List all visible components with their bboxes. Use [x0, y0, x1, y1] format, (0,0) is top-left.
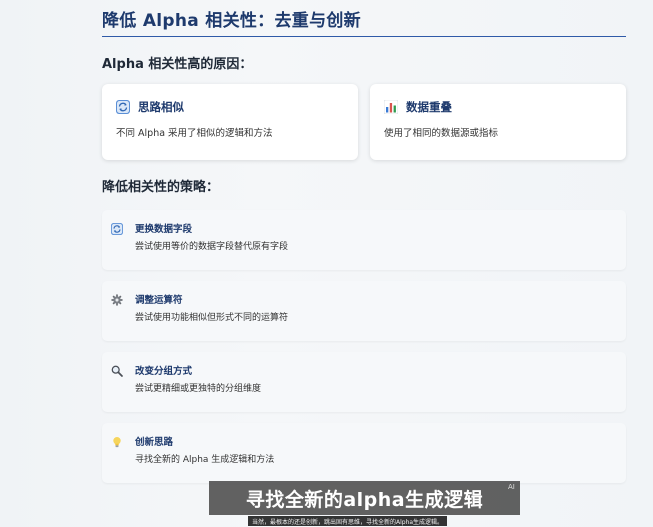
strategy-title: 改变分组方式: [135, 366, 193, 377]
gear-icon: [111, 294, 123, 306]
strategy-item-adjust-operators: 调整运算符 尝试使用功能相似但形式不同的运算符: [102, 281, 626, 341]
video-caption-small: 当然，最根本的还是创新，跳出固有思维，寻找全新的Alpha生成逻辑。: [248, 516, 448, 526]
page-title: 降低 Alpha 相关性：去重与创新: [102, 11, 361, 31]
strategy-item-change-grouping: 改变分组方式 尝试更精细或更独特的分组维度: [102, 352, 626, 412]
refresh-icon: [116, 100, 130, 114]
reason-card-title: 数据重叠: [406, 100, 452, 114]
strategy-item-innovate: 创新思路 寻找全新的 Alpha 生成逻辑和方法: [102, 423, 626, 483]
ai-badge: AI: [508, 483, 515, 491]
strategy-item-change-fields: 更换数据字段 尝试使用等价的数据字段替代原有字段: [102, 210, 626, 270]
reason-card-similar-ideas: 思路相似 不同 Alpha 采用了相似的逻辑和方法: [102, 84, 358, 160]
lightbulb-icon: [113, 437, 121, 448]
strategy-title: 更换数据字段: [135, 224, 193, 235]
strategy-desc: 尝试更精细或更独特的分组维度: [135, 384, 262, 394]
reason-card-data-overlap: 数据重叠 使用了相同的数据源或指标: [370, 84, 626, 160]
strategy-desc: 尝试使用功能相似但形式不同的运算符: [135, 313, 289, 323]
reason-card-desc: 不同 Alpha 采用了相似的逻辑和方法: [116, 128, 273, 139]
refresh-icon: [111, 223, 123, 235]
strategy-desc: 尝试使用等价的数据字段替代原有字段: [135, 242, 289, 252]
reason-card-desc: 使用了相同的数据源或指标: [384, 128, 499, 139]
reasons-heading: Alpha 相关性高的原因：: [102, 57, 253, 72]
magnifier-icon: [111, 365, 123, 377]
strategy-desc: 寻找全新的 Alpha 生成逻辑和方法: [135, 455, 275, 465]
reason-card-title: 思路相似: [138, 100, 184, 114]
strategies-heading: 降低相关性的策略：: [102, 180, 220, 195]
title-divider: [102, 36, 626, 37]
video-caption-main: 寻找全新的alpha生成逻辑: [209, 481, 520, 515]
bar-chart-icon: [384, 100, 398, 114]
strategy-title: 创新思路: [135, 437, 174, 448]
strategy-title: 调整运算符: [135, 295, 183, 306]
